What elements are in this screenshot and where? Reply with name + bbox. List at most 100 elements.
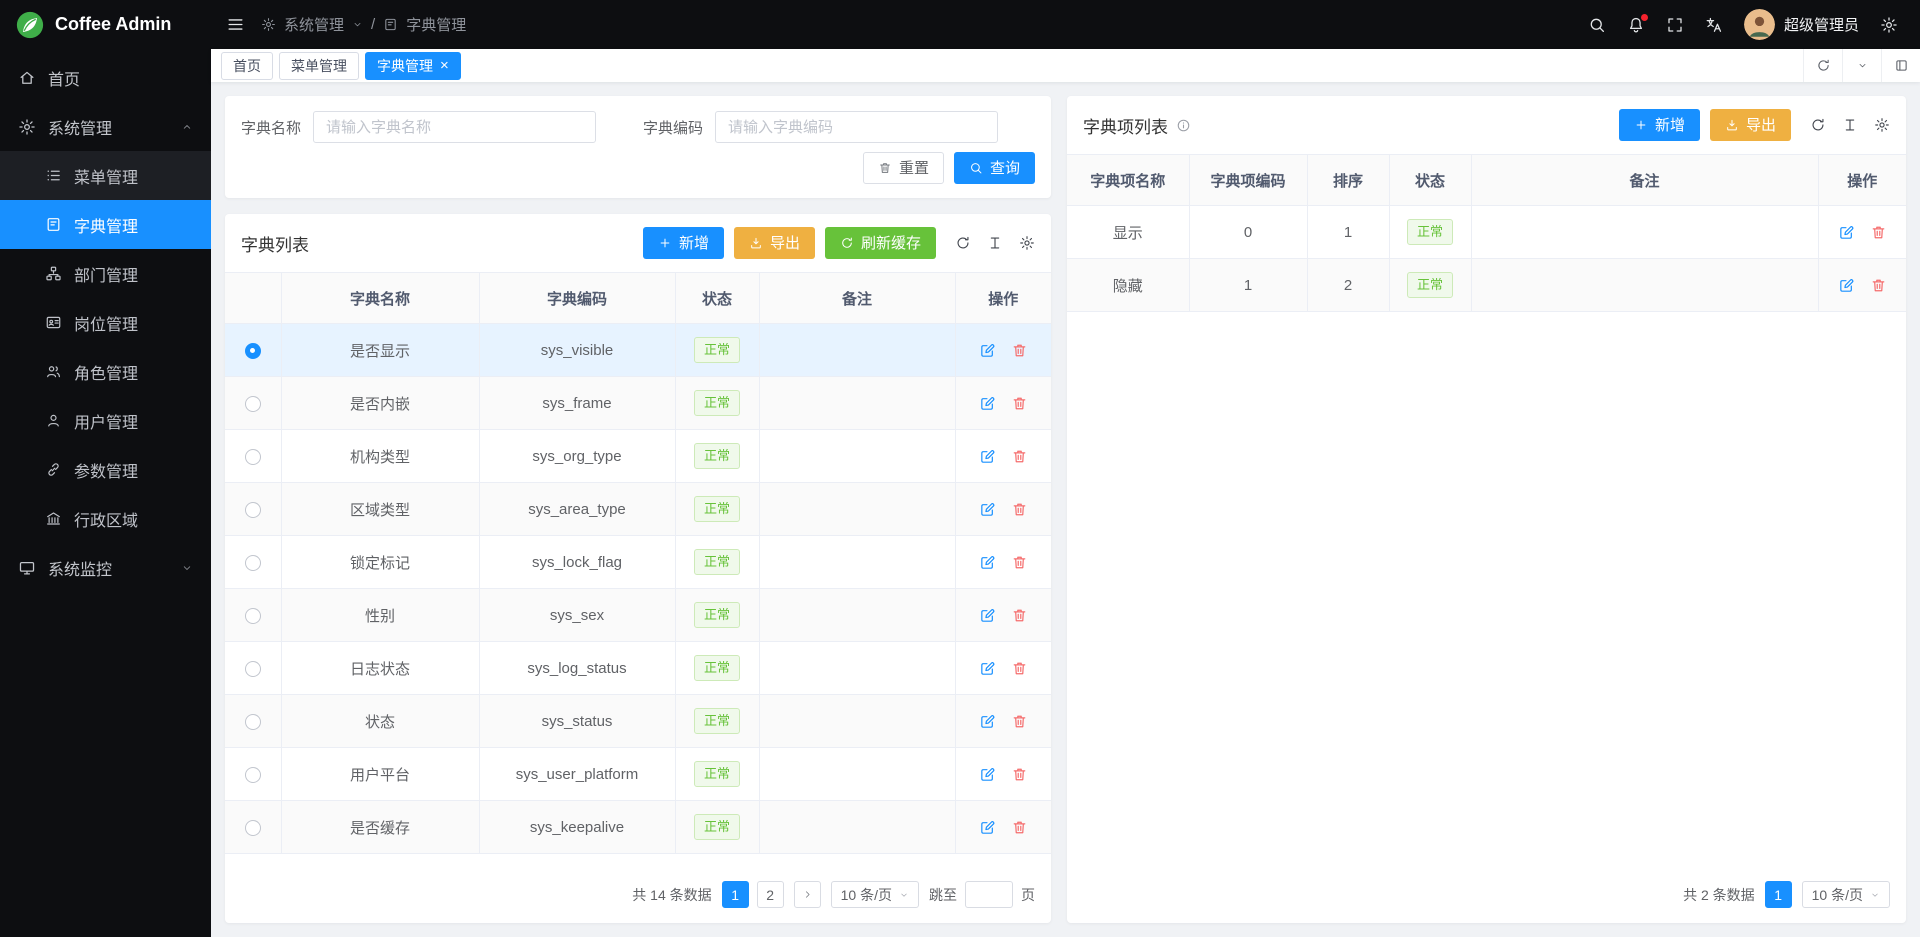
tab-close-icon[interactable]: × (440, 58, 449, 73)
settings-gear-icon[interactable] (1880, 16, 1898, 34)
delete-icon[interactable] (1011, 819, 1028, 836)
delete-icon[interactable] (1011, 448, 1028, 465)
edit-icon[interactable] (979, 342, 996, 359)
row-select-radio[interactable] (245, 502, 261, 518)
density-icon[interactable] (1842, 117, 1858, 133)
edit-icon[interactable] (979, 819, 996, 836)
notification-dot (1641, 14, 1648, 21)
refresh-table-icon[interactable] (955, 235, 971, 251)
sidebar-item-home[interactable]: 首页 (0, 53, 211, 102)
user-menu[interactable]: 超级管理员 (1744, 9, 1859, 40)
jump-page-input[interactable] (965, 881, 1013, 908)
sidebar-item-dict[interactable]: 字典管理 (0, 200, 211, 249)
row-select-radio[interactable] (245, 714, 261, 730)
dict-table-row[interactable]: 是否缓存sys_keepalive正常 (225, 801, 1051, 854)
refresh-tab-button[interactable] (1803, 49, 1842, 82)
dict-table-row[interactable]: 区域类型sys_area_type正常 (225, 483, 1051, 536)
edit-icon[interactable] (1838, 277, 1855, 294)
delete-icon[interactable] (1870, 277, 1887, 294)
sidebar-item-menu[interactable]: 菜单管理 (0, 151, 211, 200)
layout-toggle-button[interactable] (1881, 49, 1920, 82)
notifications-button[interactable] (1627, 16, 1645, 34)
sidebar-item-role[interactable]: 角色管理 (0, 347, 211, 396)
sidebar-item-dept[interactable]: 部门管理 (0, 249, 211, 298)
dict-table-row[interactable]: 日志状态sys_log_status正常 (225, 642, 1051, 695)
delete-icon[interactable] (1011, 660, 1028, 677)
search-icon[interactable] (1588, 16, 1606, 34)
row-select-radio[interactable] (245, 555, 261, 571)
query-button[interactable]: 查询 (954, 152, 1035, 184)
edit-icon[interactable] (979, 766, 996, 783)
page-size-select[interactable]: 10 条/页 (831, 881, 919, 908)
delete-icon[interactable] (1011, 607, 1028, 624)
sidebar-item-user[interactable]: 用户管理 (0, 396, 211, 445)
edit-icon[interactable] (979, 554, 996, 571)
edit-icon[interactable] (979, 607, 996, 624)
row-select-radio[interactable] (245, 396, 261, 412)
delete-icon[interactable] (1011, 342, 1028, 359)
add-dict-item-button[interactable]: 新增 (1619, 109, 1700, 141)
reset-button[interactable]: 重置 (863, 152, 944, 184)
dict-table-row[interactable]: 锁定标记sys_lock_flag正常 (225, 536, 1051, 589)
item-remark-cell (1471, 206, 1818, 259)
column-header: 操作 (955, 273, 1051, 324)
collapse-sidebar-icon[interactable] (226, 15, 245, 34)
density-icon[interactable] (987, 235, 1003, 251)
tab-menu[interactable]: 菜单管理 (279, 52, 359, 80)
delete-icon[interactable] (1011, 713, 1028, 730)
page-button-1[interactable]: 1 (1765, 881, 1792, 908)
page-button-2[interactable]: 2 (757, 881, 784, 908)
refresh-icon (840, 236, 854, 250)
edit-icon[interactable] (979, 448, 996, 465)
delete-icon[interactable] (1011, 554, 1028, 571)
sidebar-item-region[interactable]: 行政区域 (0, 494, 211, 543)
refresh-table-icon[interactable] (1810, 117, 1826, 133)
export-dict-button[interactable]: 导出 (734, 227, 815, 259)
dict-table-row[interactable]: 用户平台sys_user_platform正常 (225, 748, 1051, 801)
sidebar-item-param[interactable]: 参数管理 (0, 445, 211, 494)
edit-icon[interactable] (979, 660, 996, 677)
row-select-radio[interactable] (245, 767, 261, 783)
row-select-radio[interactable] (245, 661, 261, 677)
column-settings-icon[interactable] (1019, 235, 1035, 251)
sidebar-item-post[interactable]: 岗位管理 (0, 298, 211, 347)
next-page-button[interactable] (794, 881, 821, 908)
add-dict-button[interactable]: 新增 (643, 227, 724, 259)
export-dict-item-button[interactable]: 导出 (1710, 109, 1791, 141)
page-size-select[interactable]: 10 条/页 (1802, 881, 1890, 908)
tab-dict[interactable]: 字典管理× (365, 52, 461, 80)
delete-icon[interactable] (1011, 501, 1028, 518)
tab-actions-dropdown[interactable] (1842, 49, 1881, 82)
dict-item-table-row[interactable]: 显示01正常 (1067, 206, 1906, 259)
edit-icon[interactable] (979, 501, 996, 518)
translate-icon[interactable] (1705, 16, 1723, 34)
delete-icon[interactable] (1870, 224, 1887, 241)
dict-table-row[interactable]: 是否显示sys_visible正常 (225, 324, 1051, 377)
row-select-radio[interactable] (245, 608, 261, 624)
row-select-radio[interactable] (245, 449, 261, 465)
delete-icon[interactable] (1011, 766, 1028, 783)
app-logo[interactable]: Coffee Admin (0, 0, 211, 49)
page-button-1[interactable]: 1 (722, 881, 749, 908)
dict-item-table-row[interactable]: 隐藏12正常 (1067, 259, 1906, 312)
breadcrumb-level1[interactable]: 系统管理 (284, 14, 344, 35)
edit-icon[interactable] (1838, 224, 1855, 241)
tab-home[interactable]: 首页 (221, 52, 273, 80)
dict-table-row[interactable]: 性别sys_sex正常 (225, 589, 1051, 642)
delete-icon[interactable] (1011, 395, 1028, 412)
sidebar-item-system[interactable]: 系统管理 (0, 102, 211, 151)
breadcrumb-level2[interactable]: 字典管理 (406, 14, 466, 35)
dict-name-input[interactable] (313, 111, 596, 143)
sidebar-item-monitor[interactable]: 系统监控 (0, 543, 211, 592)
refresh-cache-button[interactable]: 刷新缓存 (825, 227, 936, 259)
dict-code-input[interactable] (715, 111, 998, 143)
fullscreen-icon[interactable] (1666, 16, 1684, 34)
edit-icon[interactable] (979, 713, 996, 730)
row-select-radio[interactable] (245, 343, 261, 359)
dict-table-row[interactable]: 是否内嵌sys_frame正常 (225, 377, 1051, 430)
row-select-radio[interactable] (245, 820, 261, 836)
dict-table-row[interactable]: 状态sys_status正常 (225, 695, 1051, 748)
dict-table-row[interactable]: 机构类型sys_org_type正常 (225, 430, 1051, 483)
edit-icon[interactable] (979, 395, 996, 412)
column-settings-icon[interactable] (1874, 117, 1890, 133)
